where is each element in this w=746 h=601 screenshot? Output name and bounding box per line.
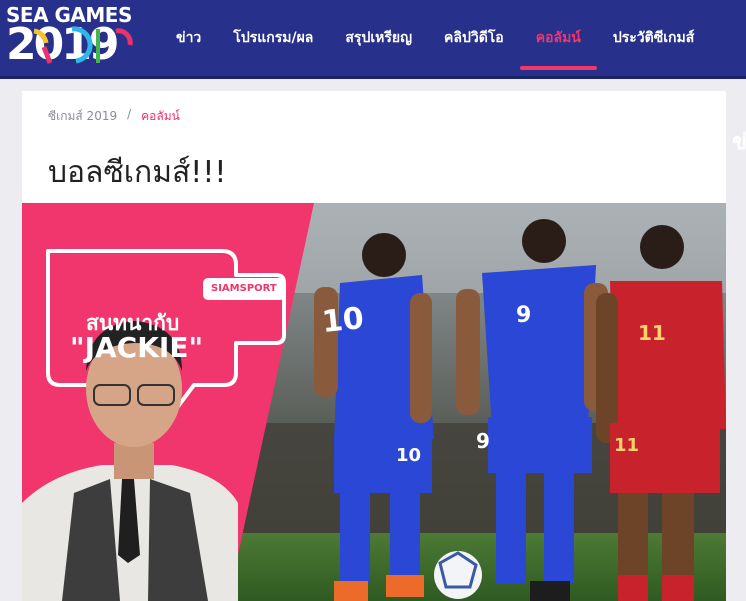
offscreen-text-fragment: ข่ bbox=[732, 130, 746, 155]
article-header-card: ซีเกมส์ 2019 / คอลัมน์ บอลซีเกมส์!!! bbox=[22, 91, 726, 203]
main-nav: ข่าว โปรแกรม/ผล สรุปเหรียญ คลิปวิดีโอ คอ… bbox=[160, 0, 710, 76]
nav-item-label: คลิปวิดีโอ bbox=[444, 30, 504, 46]
nav-item-columns[interactable]: คอลัมน์ bbox=[519, 0, 597, 76]
siamsport-tag: SIAMSPORT bbox=[203, 278, 285, 300]
breadcrumb-current-link[interactable]: คอลัมน์ bbox=[141, 107, 180, 126]
breadcrumb-home-link[interactable]: ซีเกมส์ 2019 bbox=[48, 107, 117, 126]
soccer-ball bbox=[434, 551, 482, 599]
nav-item-label: ข่าว bbox=[176, 30, 202, 46]
breadcrumb: ซีเกมส์ 2019 / คอลัมน์ bbox=[48, 107, 180, 126]
nav-item-sea-games-history[interactable]: ประวัติซีเกมส์ bbox=[597, 0, 710, 76]
jersey-number: 10 bbox=[320, 300, 366, 341]
nav-item-medal-table[interactable]: สรุปเหรียญ bbox=[329, 0, 428, 76]
jersey-number: 10 bbox=[396, 445, 422, 466]
page-title: บอลซีเกมส์!!! bbox=[48, 155, 227, 190]
logo-color-accents bbox=[33, 26, 133, 64]
breadcrumb-separator: / bbox=[127, 107, 132, 121]
nav-item-label: โปรแกรม/ผล bbox=[233, 30, 314, 46]
jersey-number: 9 bbox=[476, 429, 490, 453]
nav-item-schedule-results[interactable]: โปรแกรม/ผล bbox=[217, 0, 329, 76]
sea-games-logo[interactable]: SEA GAMES 2019 bbox=[6, 3, 140, 69]
article-hero-image: SIAMSPORT สนทนากับ "JACKIE" 10 9 9 11 11… bbox=[22, 203, 726, 601]
nav-item-news[interactable]: ข่าว bbox=[160, 0, 217, 76]
nav-item-label: คอลัมน์ bbox=[535, 30, 581, 46]
jersey-number: 11 bbox=[614, 435, 640, 456]
active-nav-underline bbox=[519, 66, 597, 70]
jersey-number: 9 bbox=[516, 303, 532, 328]
site-header: SEA GAMES 2019 ข่าว โปรแกรม/ผล สรุปเหรีย… bbox=[0, 0, 746, 76]
interview-badge: SIAMSPORT สนทนากับ "JACKIE" bbox=[46, 249, 285, 369]
nav-item-label: สรุปเหรียญ bbox=[345, 30, 412, 46]
nav-item-video-clips[interactable]: คลิปวิดีโอ bbox=[428, 0, 520, 76]
jersey-number: 11 bbox=[638, 321, 666, 345]
header-bottom-edge bbox=[0, 76, 746, 79]
columnist-name: "JACKIE" bbox=[70, 331, 204, 364]
nav-item-label: ประวัติซีเกมส์ bbox=[612, 30, 695, 46]
